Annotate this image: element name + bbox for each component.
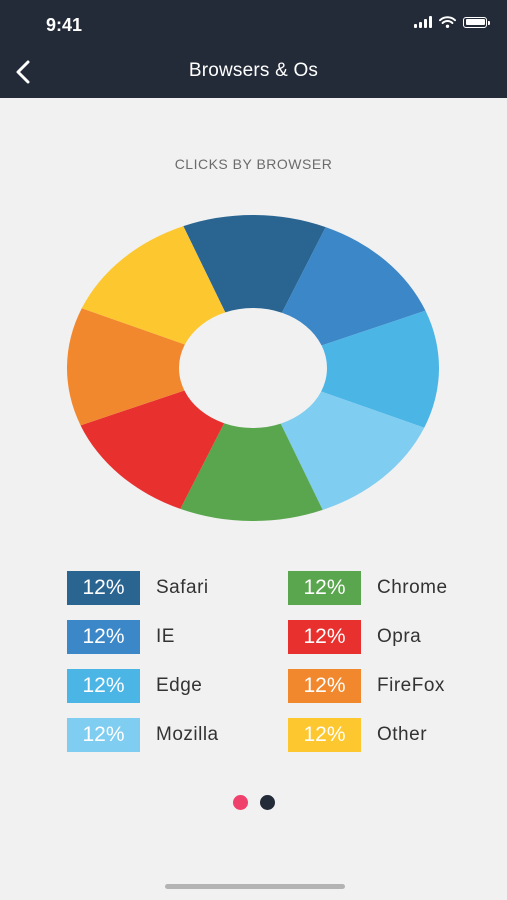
- status-time: 9:41: [46, 15, 83, 35]
- status-icons: [414, 16, 490, 28]
- legend-item-ie: 12% IE: [67, 620, 175, 654]
- legend-item-other: 12% Other: [288, 718, 427, 752]
- legend-percent: 12%: [288, 571, 361, 605]
- home-indicator: [165, 884, 345, 889]
- legend-label: Mozilla: [156, 724, 219, 745]
- legend-item-firefox: 12% FireFox: [288, 669, 445, 703]
- battery-icon: [463, 16, 490, 28]
- legend-label: Opra: [377, 626, 422, 647]
- signal-icon: [414, 16, 432, 28]
- legend-percent: 12%: [67, 620, 140, 654]
- legend-percent: 12%: [288, 669, 361, 703]
- legend-percent: 12%: [67, 669, 140, 703]
- legend-label: Safari: [156, 577, 209, 598]
- header-bar: 9:41 Browsers & Os: [0, 0, 507, 98]
- legend-percent: 12%: [288, 620, 361, 654]
- legend-item-mozilla: 12% Mozilla: [67, 718, 219, 752]
- legend-percent: 12%: [67, 718, 140, 752]
- legend-label: FireFox: [377, 675, 445, 696]
- legend-item-opra: 12% Opra: [288, 620, 421, 654]
- page-dot-2[interactable]: [260, 795, 275, 810]
- legend-label: Other: [377, 724, 428, 745]
- browser-donut-chart: [67, 215, 439, 521]
- page-dot-1[interactable]: [233, 795, 248, 810]
- page-title: Browsers & Os: [188, 60, 319, 81]
- legend-percent: 12%: [67, 571, 140, 605]
- legend-item-chrome: 12% Chrome: [288, 571, 448, 605]
- legend-item-edge: 12% Edge: [67, 669, 202, 703]
- wifi-icon: [439, 16, 456, 28]
- chart-title: CLICKS BY BROWSER: [174, 156, 333, 172]
- legend-percent: 12%: [288, 718, 361, 752]
- legend-item-safari: 12% Safari: [67, 571, 209, 605]
- legend-label: IE: [156, 626, 175, 647]
- legend-label: Edge: [156, 675, 203, 696]
- legend-label: Chrome: [377, 577, 448, 598]
